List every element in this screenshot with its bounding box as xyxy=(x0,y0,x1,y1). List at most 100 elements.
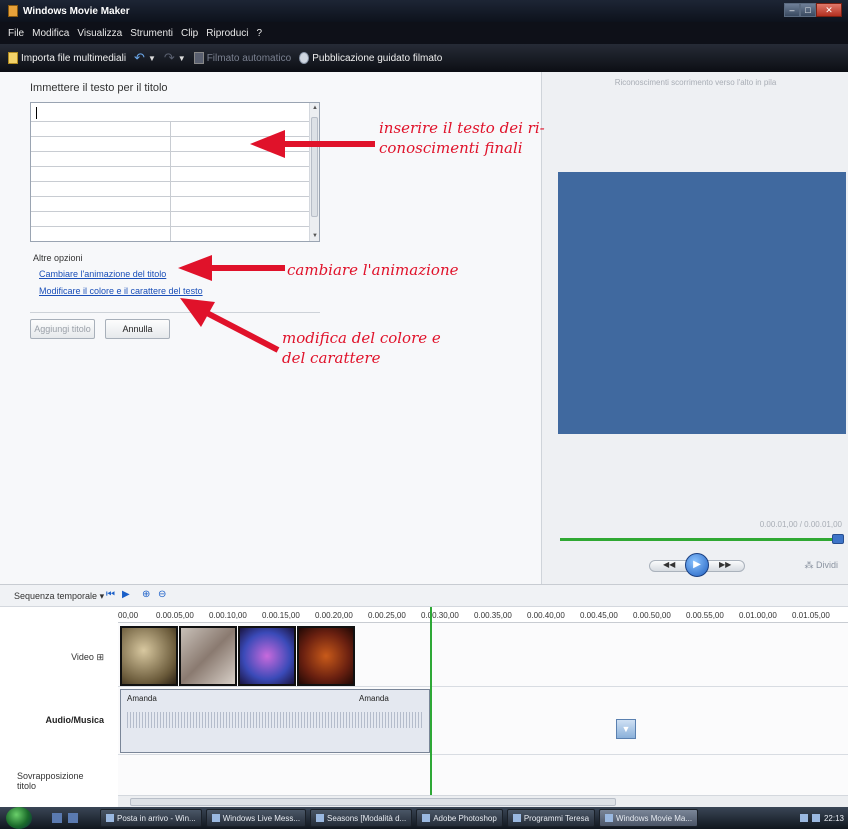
volume-icon[interactable] xyxy=(811,814,820,822)
ruler-tick: 0.00.10,00 xyxy=(209,611,247,620)
taskbar-item-label: Windows Live Mess... xyxy=(222,813,301,823)
video-track[interactable] xyxy=(118,623,848,687)
playback-controls: ◀◀ ▶ ▶▶ xyxy=(649,552,745,578)
ruler-tick: 0.00.20,00 xyxy=(315,611,353,620)
taskbar-item-label: Seasons [Modalità d... xyxy=(327,813,407,823)
video-clip[interactable] xyxy=(120,626,178,686)
switch-windows-icon[interactable] xyxy=(68,813,78,823)
menu-view[interactable]: Visualizza xyxy=(77,28,122,39)
maximize-button[interactable]: □ xyxy=(800,3,816,17)
redo-icon[interactable]: ↷ xyxy=(164,50,175,66)
film-icon xyxy=(193,52,204,64)
video-clip[interactable] xyxy=(297,626,355,686)
messenger-icon xyxy=(211,814,220,822)
taskbar-item[interactable]: Seasons [Modalità d... xyxy=(310,809,413,827)
taskbar-item[interactable]: Adobe Photoshop xyxy=(416,809,503,827)
seek-bar[interactable] xyxy=(560,538,844,541)
undo-icon[interactable]: ↶ xyxy=(134,50,145,66)
publish-movie-button[interactable]: Pubblicazione guidato filmato xyxy=(299,52,442,64)
photoshop-icon xyxy=(422,814,431,822)
ruler-tick: 0.00.55,00 xyxy=(686,611,724,620)
audio-waveform xyxy=(127,712,423,728)
clock[interactable]: 22:13 xyxy=(824,814,844,823)
preview-time: 0.00.01,00 / 0.00.01,00 xyxy=(759,520,842,529)
window-controls: – □ ✕ xyxy=(784,3,842,17)
annotation-font-color: modifica del colore e del carattere xyxy=(282,328,441,368)
audio-clip[interactable]: Amanda Amanda xyxy=(120,689,430,753)
add-title-button[interactable]: Aggiungi titolo xyxy=(30,319,95,339)
ruler-tick: 0.00.05,00 xyxy=(156,611,194,620)
ruler-tick: 0.00.30,00 xyxy=(421,611,459,620)
audio-track[interactable]: Amanda Amanda ▼ xyxy=(118,687,848,755)
taskbar-item-label: Adobe Photoshop xyxy=(433,813,497,823)
ruler-tick: 0.00.45,00 xyxy=(580,611,618,620)
network-icon[interactable] xyxy=(799,814,808,822)
playhead[interactable] xyxy=(430,607,432,795)
taskbar: Posta in arrivo - Win... Windows Live Me… xyxy=(0,807,848,829)
menu-clip[interactable]: Clip xyxy=(181,28,198,39)
taskbar-item-label: Programmi Teresa xyxy=(523,813,590,823)
undo-dropdown-icon[interactable]: ▼ xyxy=(148,54,156,63)
scroll-thumb[interactable] xyxy=(311,117,318,217)
scroll-down-icon[interactable]: ▼ xyxy=(312,233,318,239)
title-overlay-track[interactable] xyxy=(118,755,848,797)
taskbar-item[interactable]: Windows Live Mess... xyxy=(205,809,307,827)
scroll-up-icon[interactable]: ▲ xyxy=(312,105,318,111)
ruler-tick: 0.00.50,00 xyxy=(633,611,671,620)
timeline-scrollbar[interactable] xyxy=(118,795,848,807)
title-text-input[interactable]: ▲ ▼ xyxy=(30,102,320,242)
movie-maker-icon xyxy=(605,814,614,822)
taskbar-item[interactable]: Programmi Teresa xyxy=(506,809,596,827)
close-button[interactable]: ✕ xyxy=(816,3,842,17)
menu-edit[interactable]: Modifica xyxy=(32,28,69,39)
cancel-button[interactable]: Annulla xyxy=(105,319,170,339)
next-frame-icon[interactable]: ▶▶ xyxy=(719,560,731,569)
title-input-scrollbar[interactable]: ▲ ▼ xyxy=(309,103,319,241)
minimize-button[interactable]: – xyxy=(784,3,800,17)
timeline-play-icon[interactable]: ▶ xyxy=(122,589,130,600)
menu-play[interactable]: Riproduci xyxy=(206,28,248,39)
seek-thumb[interactable] xyxy=(832,534,844,544)
ruler-tick: 0.01.05,00 xyxy=(792,611,830,620)
redo-dropdown-icon[interactable]: ▼ xyxy=(178,54,186,63)
annotation-line: inserire il testo dei ri- xyxy=(379,119,545,137)
previous-frame-icon[interactable]: ◀◀ xyxy=(663,560,675,569)
menu-tools[interactable]: Strumenti xyxy=(130,28,173,39)
other-options-heading: Altre opzioni xyxy=(33,253,83,263)
zoom-out-icon[interactable]: ⊖ xyxy=(158,589,166,600)
import-media-button[interactable]: Importa file multimediali xyxy=(8,52,126,64)
title-overlay-track-label: Sovrapposizione titolo xyxy=(17,771,84,791)
time-ruler[interactable]: 00,00 0.00.05,00 0.00.10,00 0.00.15,00 0… xyxy=(118,607,848,623)
menu-bar: File Modifica Visualizza Strumenti Clip … xyxy=(0,22,848,44)
video-clip[interactable] xyxy=(238,626,296,686)
menu-help[interactable]: ? xyxy=(257,28,263,39)
taskbar-item[interactable]: Posta in arrivo - Win... xyxy=(100,809,202,827)
credits-grid xyxy=(31,121,311,241)
expand-track-icon[interactable]: ⊞ xyxy=(96,652,104,662)
change-animation-link[interactable]: Cambiare l'animazione del titolo xyxy=(39,269,166,279)
video-track-label: Video ⊞ xyxy=(0,652,118,663)
audio-clip-name: Amanda xyxy=(127,694,157,703)
timeline-scroll-thumb[interactable] xyxy=(130,798,616,806)
ruler-tick: 0.00.15,00 xyxy=(262,611,300,620)
annotation-line: conoscimenti finali xyxy=(379,139,523,157)
annotation-line: modifica del colore e xyxy=(282,329,441,347)
text-cursor xyxy=(36,107,37,119)
automovie-button[interactable]: Filmato automatico xyxy=(193,52,291,64)
preview-caption: Riconoscimenti scorrimento verso l'alto … xyxy=(614,78,777,87)
rewind-icon[interactable]: ⏮ xyxy=(106,589,115,600)
toolbar: Importa file multimediali ↶ ▼ ↷ ▼ Filmat… xyxy=(0,44,848,72)
start-button[interactable] xyxy=(6,807,32,829)
timeline-label: Sequenza temporale xyxy=(14,591,98,601)
split-button[interactable]: ⁂ Dividi xyxy=(804,560,838,571)
video-clip[interactable] xyxy=(179,626,237,686)
audio-track-label: Audio/Musica xyxy=(45,715,104,725)
zoom-in-icon[interactable]: ⊕ xyxy=(142,589,150,600)
desktop-icon[interactable] xyxy=(52,813,62,823)
play-icon[interactable]: ▶ xyxy=(685,553,709,577)
timeline-view-dropdown[interactable]: Sequenza temporale ▾ xyxy=(14,591,104,602)
menu-file[interactable]: File xyxy=(8,28,24,39)
taskbar-item-active[interactable]: Windows Movie Ma... xyxy=(599,809,699,827)
folder-icon xyxy=(512,814,521,822)
change-font-color-link[interactable]: Modificare il colore e il carattere del … xyxy=(39,286,203,296)
